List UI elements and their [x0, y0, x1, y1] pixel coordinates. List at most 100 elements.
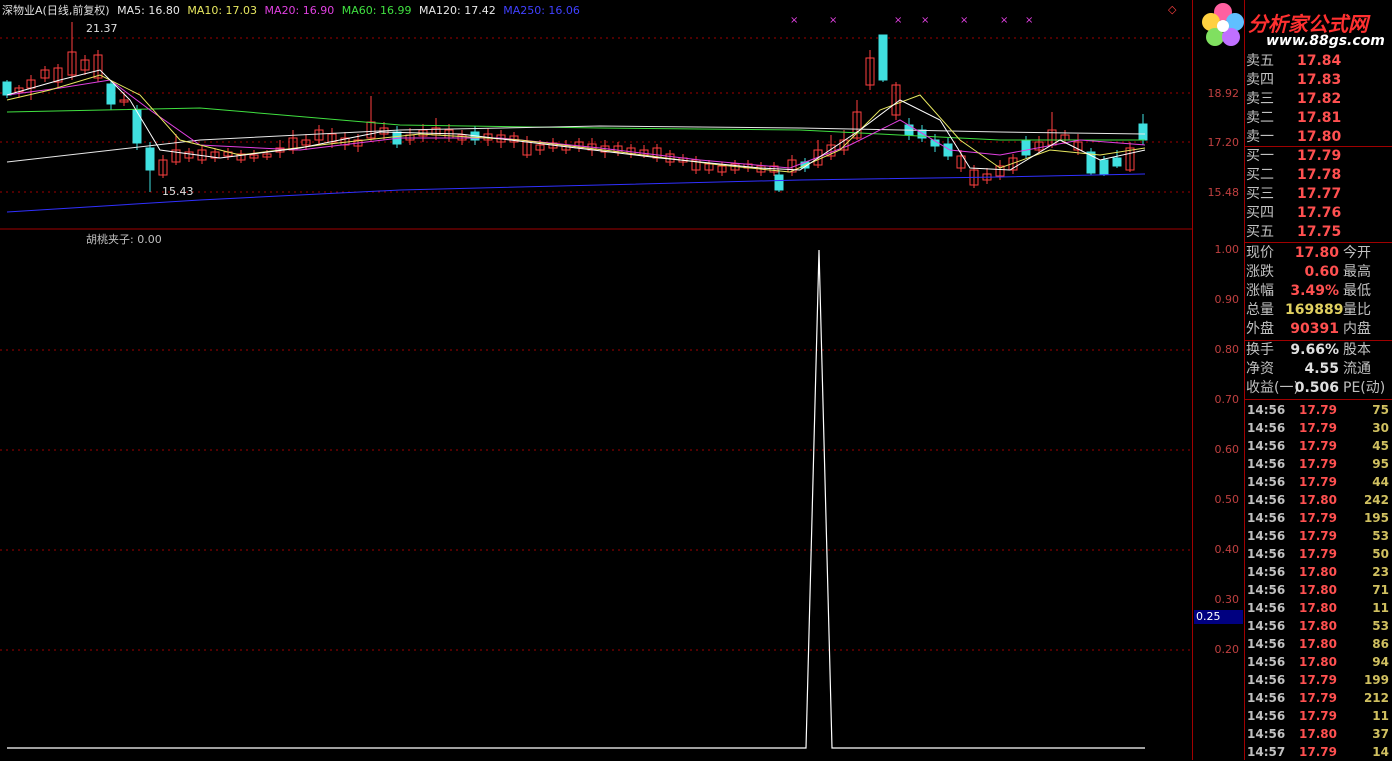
- quote-label: 今开: [1343, 245, 1371, 261]
- orderbook-sell-row[interactable]: 卖五 17.84: [1245, 52, 1392, 71]
- tick-volume: 195: [1363, 511, 1389, 525]
- orderbook-buy-row[interactable]: 买三 17.77: [1245, 185, 1392, 204]
- fundamental-label: 净资: [1246, 361, 1274, 377]
- tick-row: 14:56 17.80 23: [1245, 563, 1392, 581]
- orderbook-price: 17.78: [1297, 167, 1342, 183]
- orderbook-price: 17.83: [1297, 72, 1342, 88]
- ind-tick: 0.30: [1214, 593, 1240, 606]
- orderbook-price: 17.79: [1297, 148, 1342, 164]
- orderbook-label: 卖五: [1246, 53, 1274, 69]
- quote-label: 最低: [1343, 283, 1371, 299]
- tick-volume: 71: [1372, 583, 1389, 597]
- tick-row: 14:56 17.79 45: [1245, 437, 1392, 455]
- tick-price: 17.80: [1299, 493, 1337, 507]
- tick-volume: 50: [1372, 547, 1389, 561]
- tick-row: 14:56 17.79 195: [1245, 509, 1392, 527]
- tick-time: 14:56: [1247, 709, 1286, 723]
- orderbook-sell-row[interactable]: 卖二 17.81: [1245, 109, 1392, 128]
- fundamental-label: 股本: [1343, 342, 1371, 358]
- ma250-label: MA250: 16.06: [503, 4, 580, 17]
- quote-value: 0.60: [1304, 264, 1339, 280]
- kline-chart-area[interactable]: × × × × × × × 深物业A(日线,前复权) MA5: 16.80 MA10: 17…: [0, 0, 1192, 760]
- candle-body: [2, 81, 12, 96]
- orderbook-sell-row[interactable]: 卖三 17.82: [1245, 90, 1392, 109]
- tick-row: 14:56 17.79 212: [1245, 689, 1392, 707]
- tick-row: 14:56 17.80 86: [1245, 635, 1392, 653]
- signal-marker-icon: ×: [1025, 15, 1033, 26]
- tick-volume: 11: [1372, 601, 1389, 615]
- tick-row: 14:56 17.79 75: [1245, 401, 1392, 419]
- candle-body: [132, 109, 142, 144]
- price-tick: 17.20: [1207, 136, 1240, 149]
- ind-tick: 1.00: [1214, 243, 1240, 256]
- tick-price: 17.80: [1299, 619, 1337, 633]
- tick-volume: 75: [1372, 403, 1389, 417]
- quote-row: 涨跌 0.60 最高: [1245, 263, 1392, 282]
- cursor-value-label: 0.25: [1194, 610, 1243, 624]
- tick-row: 14:56 17.80 242: [1245, 491, 1392, 509]
- quote-label: 外盘: [1246, 321, 1274, 337]
- tick-row: 14:56 17.79 199: [1245, 671, 1392, 689]
- ind-tick: 0.80: [1214, 343, 1240, 356]
- orderbook-price: 17.82: [1297, 91, 1342, 107]
- tick-time: 14:56: [1247, 727, 1286, 741]
- ind-tick: 0.60: [1214, 443, 1240, 456]
- orderbook-buy-row[interactable]: 买二 17.78: [1245, 166, 1392, 185]
- price-tick: 15.48: [1207, 186, 1240, 199]
- tick-time: 14:56: [1247, 439, 1286, 453]
- ind-tick: 0.40: [1214, 543, 1240, 556]
- tick-volume: 44: [1372, 475, 1389, 489]
- orderbook-buy-row[interactable]: 买一 17.79: [1245, 147, 1392, 166]
- orderbook-buy-row[interactable]: 买五 17.75: [1245, 223, 1392, 242]
- tick-row: 14:57 17.79 14: [1245, 743, 1392, 761]
- flower-logo-icon: [1202, 3, 1244, 46]
- tick-row: 14:56 17.80 11: [1245, 599, 1392, 617]
- tick-volume: 14: [1372, 745, 1389, 759]
- quote-label: 量比: [1343, 302, 1371, 318]
- ma120-label: MA120: 17.42: [418, 4, 496, 17]
- fundamental-row: 换手 9.66% 股本: [1245, 341, 1392, 360]
- tick-price: 17.79: [1299, 547, 1337, 561]
- orderbook-buy-row[interactable]: 买四 17.76: [1245, 204, 1392, 223]
- diamond-icon: ◇: [1168, 3, 1177, 16]
- fundamental-label: PE(动): [1343, 380, 1386, 396]
- tick-row: 14:56 17.79 30: [1245, 419, 1392, 437]
- tick-time: 14:56: [1247, 547, 1286, 561]
- tick-price: 17.79: [1299, 457, 1337, 471]
- ma-legend: 深物业A(日线,前复权) MA5: 16.80 MA10: 17.03 MA20…: [2, 2, 584, 18]
- kline-chart[interactable]: × × × × × × ×: [0, 0, 1192, 760]
- orderbook-label: 卖一: [1246, 129, 1274, 145]
- tick-time: 14:56: [1247, 493, 1286, 507]
- candle-body: [1021, 139, 1031, 156]
- tick-time: 14:56: [1247, 655, 1286, 669]
- orderbook-sell-row[interactable]: 卖一 17.80: [1245, 128, 1392, 147]
- tick-price: 17.79: [1299, 475, 1337, 489]
- quote-label: 内盘: [1343, 321, 1371, 337]
- tick-volume: 45: [1372, 439, 1389, 453]
- fundamental-value: 9.66%: [1290, 342, 1339, 358]
- orderbook-label: 卖三: [1246, 91, 1274, 107]
- ind-tick: 0.90: [1214, 293, 1240, 306]
- tick-price: 17.79: [1299, 691, 1337, 705]
- quote-row: 涨幅 3.49% 最低: [1245, 282, 1392, 301]
- fundamental-value: 4.55: [1304, 361, 1339, 377]
- price-tick: 18.92: [1207, 87, 1240, 100]
- ma20-label: MA20: 16.90: [264, 4, 335, 17]
- tick-time: 14:56: [1247, 691, 1286, 705]
- ind-tick: 0.20: [1214, 643, 1240, 656]
- tick-time: 14:56: [1247, 565, 1286, 579]
- ma120-line: [6, 125, 1146, 163]
- orderbook-sell-row[interactable]: 卖四 17.83: [1245, 71, 1392, 90]
- tick-volume: 86: [1372, 637, 1389, 651]
- orderbook-label: 买一: [1246, 148, 1274, 164]
- ind-tick: 0.70: [1214, 393, 1240, 406]
- signal-marker-icon: ×: [790, 15, 798, 26]
- tick-volume: 53: [1372, 619, 1389, 633]
- ma60-line: [6, 107, 1145, 141]
- price-axis: 18.92 17.20 15.48 1.00 0.90 0.80 0.70 0.…: [1192, 0, 1245, 760]
- candle-body: [878, 34, 888, 81]
- tick-price: 17.79: [1299, 529, 1337, 543]
- quote-value: 3.49%: [1290, 283, 1339, 299]
- tick-volume: 37: [1372, 727, 1389, 741]
- tick-price: 17.79: [1299, 673, 1337, 687]
